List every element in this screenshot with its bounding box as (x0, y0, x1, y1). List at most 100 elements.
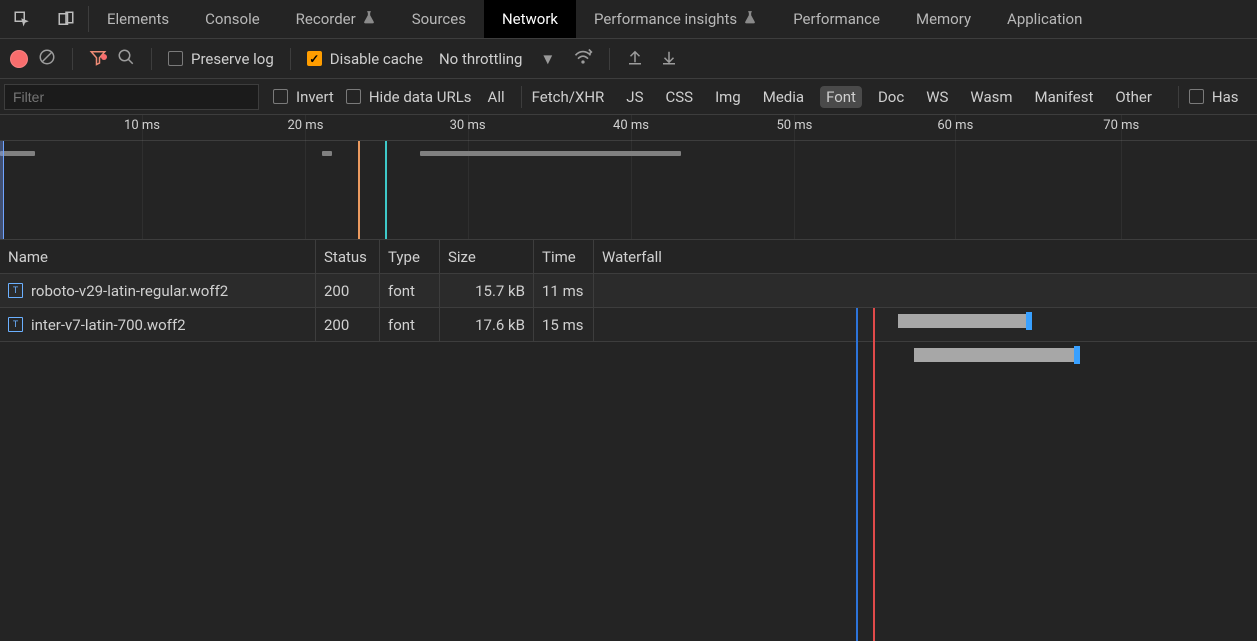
cell-type: font (380, 274, 440, 307)
column-header-waterfall[interactable]: Waterfall (594, 240, 1257, 273)
throttling-select[interactable]: No throttling ▼ (439, 50, 555, 68)
waterfall-bar[interactable] (898, 314, 1026, 328)
overview-marker (385, 141, 387, 239)
type-filter-wasm[interactable]: Wasm (964, 86, 1018, 108)
tab-performance-insights[interactable]: Performance insights (576, 0, 775, 38)
type-filter-other[interactable]: Other (1109, 86, 1158, 108)
invert-label: Invert (296, 88, 334, 106)
cell-type: font (380, 308, 440, 341)
timeline-ruler: 10 ms 20 ms 30 ms 40 ms 50 ms 60 ms 70 ms (0, 115, 1257, 141)
column-header-status[interactable]: Status (316, 240, 380, 273)
type-filter-js[interactable]: JS (620, 86, 649, 108)
clear-icon[interactable] (38, 48, 56, 70)
type-filter-img[interactable]: Img (709, 86, 747, 108)
timeline-overview[interactable]: 10 ms 20 ms 30 ms 40 ms 50 ms 60 ms 70 ms (0, 115, 1257, 240)
column-header-name[interactable]: Name (0, 240, 316, 273)
tab-recorder[interactable]: Recorder (278, 0, 394, 38)
search-icon[interactable] (117, 48, 135, 70)
hide-data-urls-label: Hide data URLs (369, 88, 472, 106)
chevron-down-icon: ▼ (540, 50, 555, 68)
has-blocked-checkbox[interactable] (1189, 89, 1204, 104)
cell-time: 11 ms (534, 274, 594, 307)
separator (1178, 86, 1179, 108)
tab-memory[interactable]: Memory (898, 0, 989, 38)
ruler-tick: 70 ms (1103, 118, 1139, 133)
cell-time: 15 ms (534, 308, 594, 341)
preserve-log-label: Preserve log (191, 50, 274, 68)
download-har-icon[interactable] (660, 48, 678, 70)
ruler-tick: 60 ms (937, 118, 973, 133)
has-blocked-toggle[interactable]: Has (1189, 88, 1239, 106)
type-filter-media[interactable]: Media (757, 86, 810, 108)
overview-bar (0, 151, 35, 156)
waterfall-marker (873, 308, 875, 641)
ruler-tick: 40 ms (613, 118, 649, 133)
preserve-log-checkbox[interactable] (168, 51, 183, 66)
separator (72, 48, 73, 70)
cell-status: 200 (316, 274, 380, 307)
separator (290, 48, 291, 70)
network-conditions-icon[interactable] (573, 47, 593, 71)
filter-icon[interactable] (89, 48, 107, 70)
waterfall-end-cap (1026, 312, 1032, 330)
disable-cache-toggle[interactable]: Disable cache (307, 50, 423, 68)
column-header-time[interactable]: Time (534, 240, 594, 273)
type-filter-fetch-xhr[interactable]: Fetch/XHR (526, 86, 611, 108)
separator (151, 48, 152, 70)
type-filter-manifest[interactable]: Manifest (1029, 86, 1100, 108)
device-toggle-icon[interactable] (44, 0, 88, 38)
gridline (305, 115, 306, 239)
ruler-tick: 30 ms (450, 118, 486, 133)
hide-data-urls-checkbox[interactable] (346, 89, 361, 104)
has-blocked-label: Has (1212, 88, 1239, 106)
upload-har-icon[interactable] (626, 48, 644, 70)
tab-elements[interactable]: Elements (89, 0, 187, 38)
overview-bar (420, 151, 681, 156)
cell-name: Tinter-v7-latin-700.woff2 (0, 308, 316, 341)
waterfall-marker (856, 308, 858, 641)
tab-sources[interactable]: Sources (394, 0, 484, 38)
waterfall-pane (594, 308, 1257, 641)
waterfall-bar[interactable] (914, 348, 1074, 362)
network-filterbar: Invert Hide data URLs All Fetch/XHR JS CSS I… (0, 79, 1257, 115)
filter-active-badge (101, 54, 107, 60)
ruler-tick: 50 ms (776, 118, 812, 133)
grid-header: Name Status Type Size Time Waterfall (0, 240, 1257, 274)
disable-cache-label: Disable cache (330, 50, 423, 68)
tab-network[interactable]: Network (484, 0, 576, 38)
invert-checkbox[interactable] (273, 89, 288, 104)
type-filter-all[interactable]: All (482, 86, 511, 108)
type-filter-doc[interactable]: Doc (872, 86, 910, 108)
inspect-icon[interactable] (0, 0, 44, 38)
cell-waterfall (594, 274, 1257, 307)
type-filter-font[interactable]: Font (820, 86, 862, 108)
network-grid: Name Status Type Size Time Waterfall Tro… (0, 240, 1257, 641)
preserve-log-toggle[interactable]: Preserve log (168, 50, 274, 68)
font-file-icon: T (8, 283, 23, 298)
ruler-tick: 20 ms (287, 118, 323, 133)
ruler-tick: 10 ms (124, 118, 160, 133)
overview-bar (322, 151, 332, 156)
throttling-value: No throttling (439, 50, 522, 68)
record-button[interactable] (10, 50, 28, 68)
column-header-type[interactable]: Type (380, 240, 440, 273)
waterfall-end-cap (1074, 346, 1080, 364)
disable-cache-checkbox[interactable] (307, 51, 322, 66)
selection-handle[interactable] (0, 141, 4, 239)
gridline (631, 115, 632, 239)
tab-performance[interactable]: Performance (775, 0, 898, 38)
cell-status: 200 (316, 308, 380, 341)
type-filter-ws[interactable]: WS (920, 86, 954, 108)
hide-data-urls-toggle[interactable]: Hide data URLs (346, 88, 472, 106)
column-header-size[interactable]: Size (440, 240, 534, 273)
request-row[interactable]: Troboto-v29-latin-regular.woff2200font15… (0, 274, 1257, 308)
tab-application[interactable]: Application (989, 0, 1100, 38)
gridline (468, 115, 469, 239)
tab-console[interactable]: Console (187, 0, 278, 38)
cell-size: 15.7 kB (440, 274, 534, 307)
invert-toggle[interactable]: Invert (273, 88, 334, 106)
overview-marker (358, 141, 360, 239)
cell-size: 17.6 kB (440, 308, 534, 341)
type-filter-css[interactable]: CSS (659, 86, 699, 108)
filter-input[interactable] (4, 84, 259, 110)
